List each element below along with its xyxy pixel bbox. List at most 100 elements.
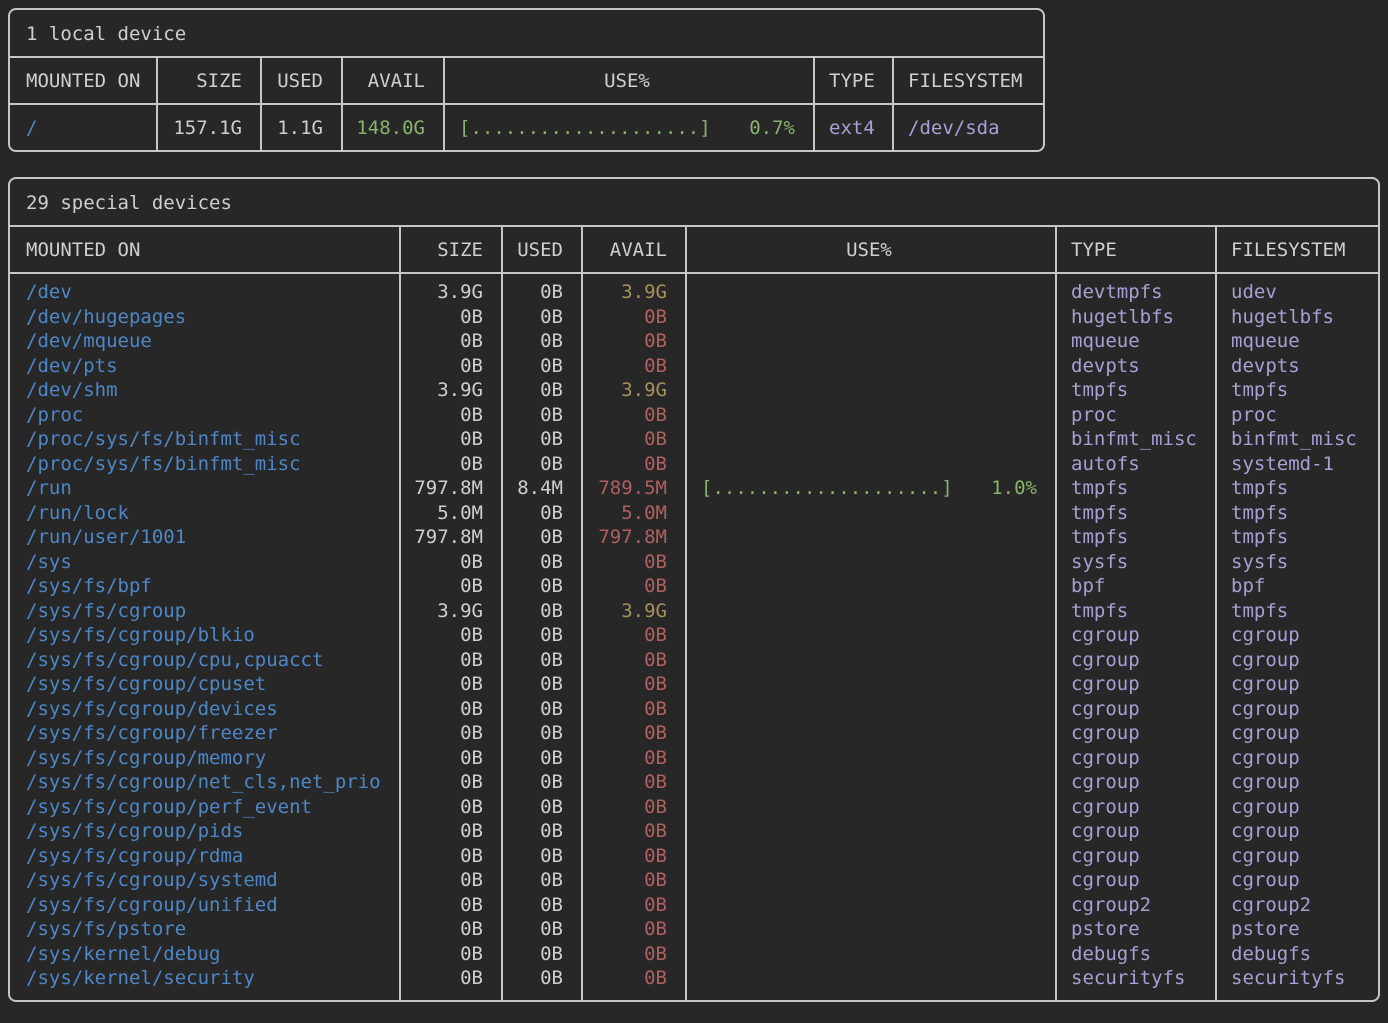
header-mounted-on: MOUNTED ON xyxy=(10,239,399,261)
header-avail: AVAIL xyxy=(341,70,443,92)
type-cell: pstore xyxy=(1055,917,1215,942)
device-row: /proc0B0B0Bprocproc xyxy=(10,403,1378,428)
filesystem-cell: cgroup xyxy=(1215,648,1378,673)
mount-point-cell: /dev/hugepages xyxy=(10,305,399,330)
column-divider xyxy=(1215,227,1217,1000)
size-cell: 0B xyxy=(399,329,501,354)
used-cell: 0B xyxy=(501,354,581,379)
terminal-screen: 1 local device MOUNTED ON SIZE USED AVAI… xyxy=(8,8,1380,1002)
type-cell: tmpfs xyxy=(1055,476,1215,501)
type-cell: autofs xyxy=(1055,452,1215,477)
type-cell: cgroup xyxy=(1055,721,1215,746)
mount-point-cell: /sys/fs/cgroup/cpu,cpuacct xyxy=(10,648,399,673)
filesystem-cell: cgroup xyxy=(1215,868,1378,893)
column-divider xyxy=(501,227,503,1000)
filesystem-cell: proc xyxy=(1215,403,1378,428)
use-percent-cell xyxy=(685,672,1055,697)
type-cell: cgroup xyxy=(1055,623,1215,648)
size-cell: 0B xyxy=(399,721,501,746)
column-divider xyxy=(156,58,158,150)
use-percent-cell xyxy=(685,795,1055,820)
header-mounted-on: MOUNTED ON xyxy=(10,70,156,92)
type-cell: cgroup xyxy=(1055,672,1215,697)
used-cell: 0B xyxy=(501,403,581,428)
use-percent-cell xyxy=(685,501,1055,526)
size-cell: 0B xyxy=(399,893,501,918)
mount-point-cell: /proc/sys/fs/binfmt_misc xyxy=(10,452,399,477)
size-cell: 0B xyxy=(399,868,501,893)
header-size: SIZE xyxy=(156,70,260,92)
use-percent-cell xyxy=(685,427,1055,452)
type-cell: cgroup2 xyxy=(1055,893,1215,918)
device-row: /proc/sys/fs/binfmt_misc0B0B0Bbinfmt_mis… xyxy=(10,427,1378,452)
type-cell: cgroup xyxy=(1055,795,1215,820)
device-row: /run797.8M8.4M789.5M[...................… xyxy=(10,476,1378,501)
use-percent-cell xyxy=(685,280,1055,305)
filesystem-cell: tmpfs xyxy=(1215,378,1378,403)
mount-point-cell: /sys/fs/cgroup/perf_event xyxy=(10,795,399,820)
size-cell: 0B xyxy=(399,770,501,795)
avail-cell: 0B xyxy=(581,403,685,428)
avail-cell: 0B xyxy=(581,550,685,575)
device-row: /sys/fs/cgroup/net_cls,net_prio0B0B0Bcgr… xyxy=(10,770,1378,795)
local-table-title: 1 local device xyxy=(10,10,1043,58)
size-cell: 0B xyxy=(399,305,501,330)
usage-percent: 1.0% xyxy=(991,476,1037,501)
used-cell: 0B xyxy=(501,721,581,746)
type-cell: devpts xyxy=(1055,354,1215,379)
avail-cell: 0B xyxy=(581,305,685,330)
device-row: /sys/fs/cgroup/cpu,cpuacct0B0B0Bcgroupcg… xyxy=(10,648,1378,673)
used-cell: 0B xyxy=(501,427,581,452)
use-percent-cell xyxy=(685,354,1055,379)
column-divider xyxy=(813,58,815,150)
type-cell: debugfs xyxy=(1055,942,1215,967)
size-cell: 0B xyxy=(399,623,501,648)
type-cell: binfmt_misc xyxy=(1055,427,1215,452)
use-percent-cell xyxy=(685,378,1055,403)
use-percent-cell xyxy=(685,770,1055,795)
size-cell: 0B xyxy=(399,966,501,991)
size-cell: 0B xyxy=(399,844,501,869)
use-percent-cell xyxy=(685,917,1055,942)
use-percent-cell xyxy=(685,721,1055,746)
header-used: USED xyxy=(501,239,581,261)
mount-point-cell: /sys/fs/cgroup/cpuset xyxy=(10,672,399,697)
used-cell: 0B xyxy=(501,819,581,844)
mount-point-cell: /sys/kernel/debug xyxy=(10,942,399,967)
local-table-grid: MOUNTED ON SIZE USED AVAIL USE% TYPE FIL… xyxy=(10,58,1043,150)
header-filesystem: FILESYSTEM xyxy=(892,70,1043,92)
header-use-percent: USE% xyxy=(685,239,1055,261)
header-avail: AVAIL xyxy=(581,239,685,261)
usage-bar: [....................] xyxy=(459,117,711,139)
column-divider xyxy=(1055,227,1057,1000)
header-type: TYPE xyxy=(813,70,892,92)
avail-cell: 0B xyxy=(581,427,685,452)
usage-percent: 0.7% xyxy=(749,117,795,139)
filesystem-cell: cgroup xyxy=(1215,697,1378,722)
used-cell: 0B xyxy=(501,893,581,918)
device-row: /sys/fs/bpf0B0B0Bbpfbpf xyxy=(10,574,1378,599)
filesystem-cell: devpts xyxy=(1215,354,1378,379)
avail-cell: 0B xyxy=(581,697,685,722)
filesystem-cell: hugetlbfs xyxy=(1215,305,1378,330)
size-cell: 0B xyxy=(399,648,501,673)
size-cell: 0B xyxy=(399,697,501,722)
type-cell: cgroup xyxy=(1055,770,1215,795)
use-percent-cell xyxy=(685,966,1055,991)
filesystem-cell: systemd-1 xyxy=(1215,452,1378,477)
avail-cell: 0B xyxy=(581,721,685,746)
use-percent-cell xyxy=(685,868,1055,893)
device-row: /sys/fs/cgroup/rdma0B0B0Bcgroupcgroup xyxy=(10,844,1378,869)
used-cell: 0B xyxy=(501,329,581,354)
use-percent-cell xyxy=(685,844,1055,869)
mount-point-cell: /sys/fs/cgroup xyxy=(10,599,399,624)
mount-point-cell: /sys/fs/cgroup/freezer xyxy=(10,721,399,746)
size-cell: 0B xyxy=(399,452,501,477)
filesystem-cell: cgroup2 xyxy=(1215,893,1378,918)
avail-cell: 0B xyxy=(581,819,685,844)
avail-cell: 0B xyxy=(581,672,685,697)
size-cell: 3.9G xyxy=(399,280,501,305)
used-cell: 0B xyxy=(501,648,581,673)
device-row: /sys/fs/cgroup3.9G0B3.9Gtmpfstmpfs xyxy=(10,599,1378,624)
type-cell: cgroup xyxy=(1055,868,1215,893)
